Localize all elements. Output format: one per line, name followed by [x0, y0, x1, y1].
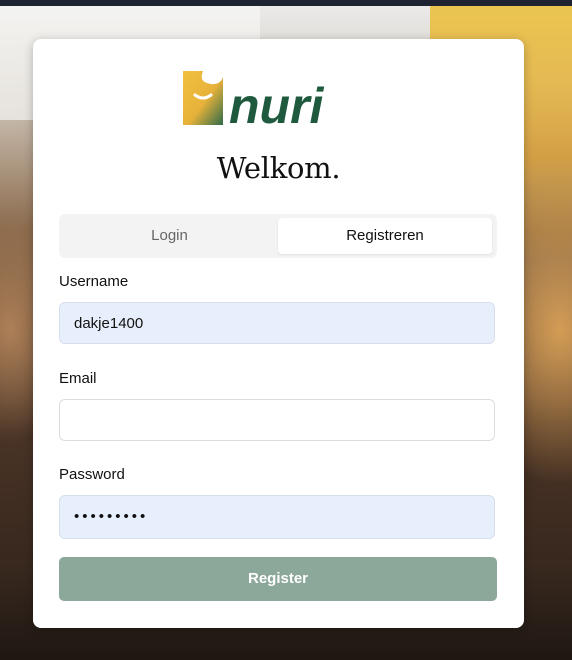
- nuri-logo-icon: nuri: [183, 71, 325, 134]
- password-input[interactable]: •••••••••: [59, 495, 495, 539]
- browser-top-edge: [0, 0, 572, 6]
- password-label: Password: [59, 466, 125, 483]
- tab-login[interactable]: Login: [63, 218, 276, 254]
- auth-tabs: Login Registreren: [59, 214, 497, 258]
- username-label: Username: [59, 273, 129, 290]
- register-button[interactable]: Register: [59, 557, 497, 601]
- username-input[interactable]: [59, 302, 495, 344]
- tab-registreren[interactable]: Registreren: [278, 218, 492, 254]
- page-title: Welkom.: [216, 151, 341, 185]
- logo-wordmark: nuri: [229, 78, 325, 127]
- email-label: Email: [59, 370, 97, 387]
- email-input[interactable]: [59, 399, 495, 441]
- register-card: nuri Welkom. Login Registreren Username …: [33, 39, 524, 628]
- nuri-logo: nuri: [181, 69, 381, 134]
